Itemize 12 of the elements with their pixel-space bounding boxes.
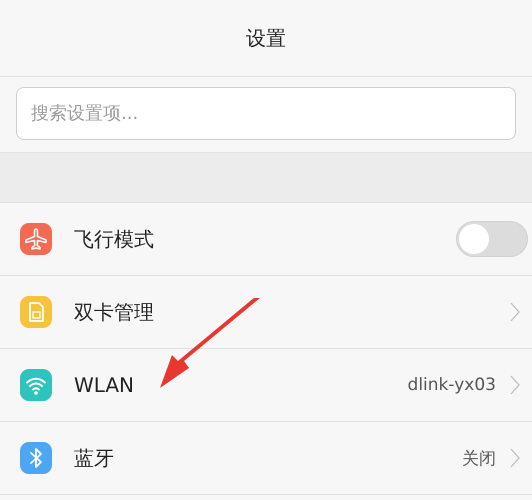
setting-value: dlink-yx03 (408, 375, 496, 395)
chevron-right-icon (510, 375, 520, 395)
page-title: 设置 (246, 24, 286, 52)
setting-label: 飞行模式 (74, 226, 155, 252)
chevron-right-icon (510, 302, 520, 322)
search-field[interactable]: 搜索设置项... (16, 87, 516, 140)
setting-value: 关闭 (462, 448, 496, 470)
setting-label: 蓝牙 (74, 444, 115, 472)
setting-label: WLAN (74, 373, 136, 397)
setting-label: 双卡管理 (74, 298, 155, 326)
chevron-right-icon (510, 448, 520, 468)
toggle-switch[interactable] (456, 221, 528, 257)
